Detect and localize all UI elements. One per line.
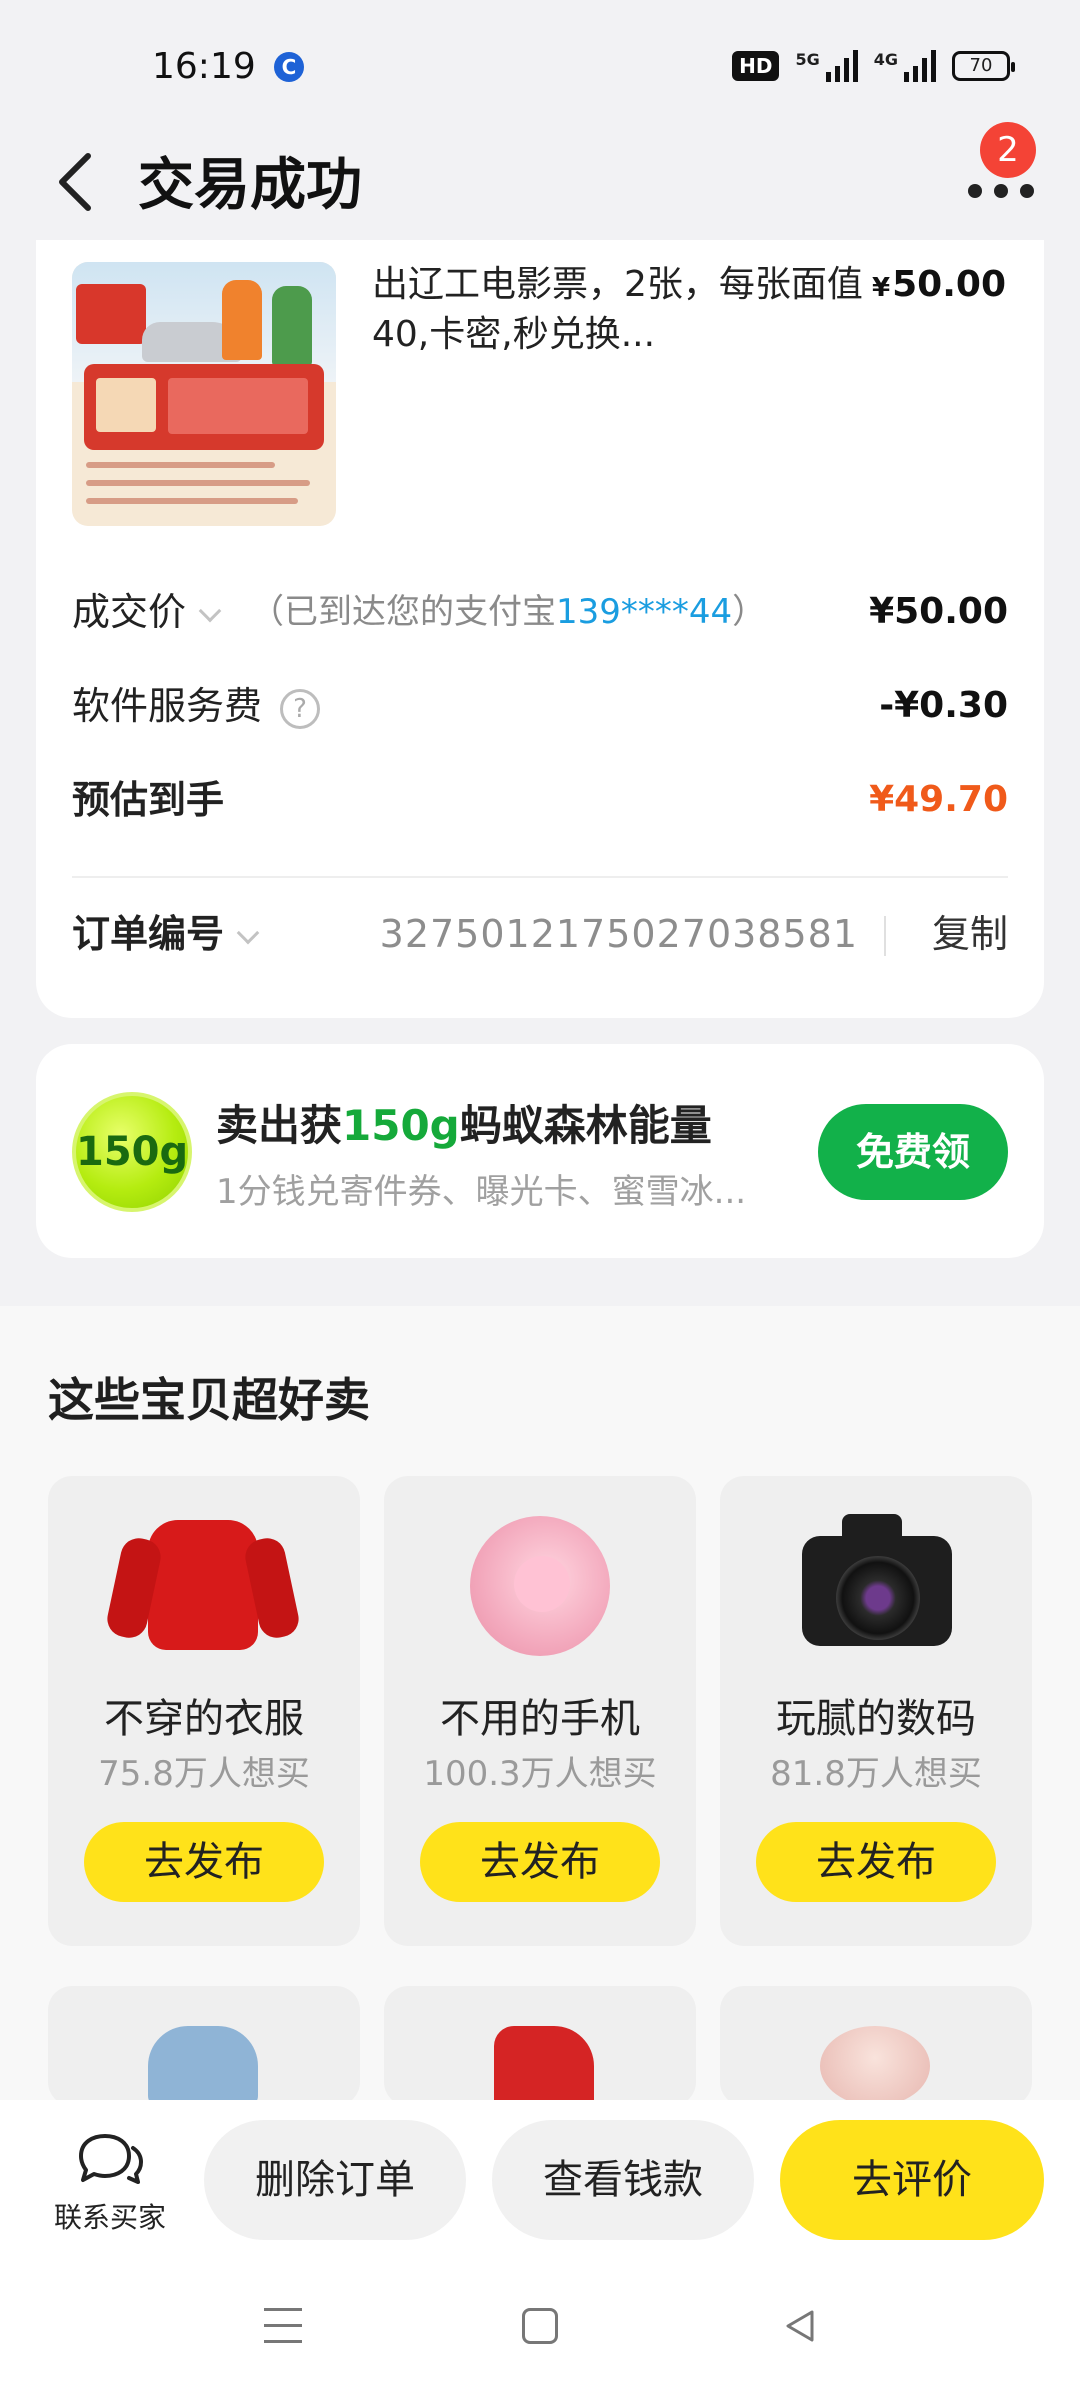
order-number: 3275012175027038581 bbox=[379, 912, 858, 956]
item-thumbnail[interactable] bbox=[72, 262, 336, 526]
order-number-label[interactable]: 订单编号 bbox=[72, 904, 266, 964]
page-title: 交易成功 bbox=[138, 153, 362, 218]
service-fee-label-text: 软件服务费 bbox=[72, 684, 263, 728]
energy-title: 卖出获150g蚂蚁森林能量 bbox=[216, 1092, 712, 1153]
status-bar: 16:19 C HD 5G 4G 70 bbox=[0, 0, 1080, 130]
camera-icon bbox=[802, 1514, 952, 1646]
phone-icon bbox=[470, 1516, 610, 1656]
recommend-want-count: 81.8万人想买 bbox=[770, 1754, 982, 1794]
separator bbox=[884, 916, 886, 956]
recommend-card-vehicle[interactable] bbox=[384, 1986, 696, 2106]
deal-note: （已到达您的支付宝139****44） bbox=[250, 582, 766, 642]
forest-energy-card: 150g 卖出获150g蚂蚁森林能量 1分钱兑寄件券、曝光卡、蜜雪冰... 免费… bbox=[36, 1044, 1044, 1258]
recommend-want-count: 100.3万人想买 bbox=[423, 1754, 657, 1794]
bottom-action-bar: 联系买家 删除订单 查看钱款 去评价 bbox=[0, 2100, 1080, 2260]
chevron-down-icon bbox=[198, 599, 222, 622]
recommend-name: 不用的手机 bbox=[440, 1696, 640, 1742]
deal-note-suffix: ） bbox=[732, 592, 767, 632]
deal-note-prefix: （已到达您的支付宝 bbox=[250, 592, 556, 632]
delete-order-button[interactable]: 删除订单 bbox=[204, 2120, 466, 2240]
estimate-value: ¥49.70 bbox=[869, 779, 1008, 820]
recommend-card-digital[interactable]: 玩腻的数码 81.8万人想买 去发布 bbox=[720, 1476, 1032, 1946]
hd-icon: HD bbox=[732, 51, 780, 81]
more-menu-button[interactable]: 2 bbox=[954, 122, 1044, 220]
signal-5g-label: 5G bbox=[795, 50, 820, 69]
energy-title-suffix: 蚂蚁森林能量 bbox=[459, 1101, 712, 1150]
cosmetics-icon bbox=[820, 2026, 930, 2106]
deal-price-row: 成交价 （已到达您的支付宝139****44） ¥50.00 bbox=[72, 582, 1008, 642]
energy-amount: 150g bbox=[342, 1101, 460, 1150]
chevron-left-icon bbox=[59, 153, 91, 211]
energy-ball-icon: 150g bbox=[72, 1092, 192, 1212]
app-notification-icon: C bbox=[274, 52, 304, 82]
currency-symbol: ¥ bbox=[872, 273, 891, 303]
more-icon bbox=[968, 184, 1034, 198]
sweater-icon bbox=[148, 1520, 258, 1650]
back-triangle-icon[interactable] bbox=[780, 2306, 820, 2346]
back-button[interactable] bbox=[48, 142, 108, 222]
publish-button[interactable]: 去发布 bbox=[756, 1822, 996, 1902]
signal-4g-icon: 4G bbox=[874, 50, 936, 82]
notification-badge: 2 bbox=[980, 122, 1036, 178]
service-fee-value: -¥0.30 bbox=[879, 685, 1008, 726]
deal-price-label-text: 成交价 bbox=[72, 590, 187, 634]
home-icon[interactable] bbox=[522, 2308, 558, 2344]
recommend-card-beauty[interactable] bbox=[720, 1986, 1032, 2106]
signal-4g-label: 4G bbox=[873, 50, 898, 69]
page-header: 交易成功 2 bbox=[0, 122, 1080, 240]
deal-price-label[interactable]: 成交价 bbox=[72, 582, 228, 642]
recommend-card-furniture[interactable] bbox=[48, 1986, 360, 2106]
recommend-name: 玩腻的数码 bbox=[776, 1696, 976, 1742]
recommend-card-clothes[interactable]: 不穿的衣服 75.8万人想买 去发布 bbox=[48, 1476, 360, 1946]
recent-apps-icon[interactable] bbox=[264, 2308, 302, 2344]
recommend-title: 这些宝贝超好卖 bbox=[48, 1373, 370, 1427]
recommend-name: 不穿的衣服 bbox=[104, 1696, 304, 1742]
divider bbox=[72, 876, 1008, 878]
energy-title-prefix: 卖出获 bbox=[216, 1101, 343, 1150]
claim-free-button[interactable]: 免费领 bbox=[818, 1104, 1008, 1200]
alipay-account: 139****44 bbox=[556, 592, 733, 632]
item-price-value: 50.00 bbox=[892, 264, 1006, 305]
item-price: ¥50.00 bbox=[872, 264, 1006, 305]
recommend-card-phone[interactable]: 不用的手机 100.3万人想买 去发布 bbox=[384, 1476, 696, 1946]
publish-button[interactable]: 去发布 bbox=[420, 1822, 660, 1902]
review-button[interactable]: 去评价 bbox=[780, 2120, 1044, 2240]
scooter-icon bbox=[494, 2026, 594, 2106]
signal-5g-icon: 5G bbox=[795, 50, 858, 82]
status-time: 16:19 bbox=[152, 46, 256, 87]
estimate-label: 预估到手 bbox=[72, 778, 225, 822]
chat-icon bbox=[79, 2134, 143, 2184]
order-number-label-text: 订单编号 bbox=[72, 912, 225, 956]
order-card: 出辽工电影票，2张，每张面值40,卡密,秒兑换... ¥50.00 成交价 （已… bbox=[36, 240, 1044, 1018]
contact-buyer-button[interactable]: 联系买家 bbox=[40, 2130, 180, 2240]
item-title[interactable]: 出辽工电影票，2张，每张面值40,卡密,秒兑换... bbox=[372, 260, 872, 360]
recommend-want-count: 75.8万人想买 bbox=[98, 1754, 310, 1794]
service-fee-label: 软件服务费? bbox=[72, 676, 321, 736]
service-fee-row: 软件服务费? -¥0.30 bbox=[72, 676, 1008, 736]
copy-button[interactable]: 复制 bbox=[932, 904, 1008, 964]
chair-icon bbox=[148, 2026, 258, 2106]
chevron-down-icon bbox=[236, 921, 260, 944]
deal-price-value: ¥50.00 bbox=[869, 591, 1008, 632]
view-money-button[interactable]: 查看钱款 bbox=[492, 2120, 754, 2240]
estimate-row: 预估到手 ¥49.70 bbox=[72, 770, 1008, 830]
status-indicators: HD 5G 4G 70 bbox=[732, 50, 1015, 82]
energy-subtitle: 1分钱兑寄件券、曝光卡、蜜雪冰... bbox=[216, 1172, 747, 1212]
battery-icon: 70 bbox=[952, 51, 1015, 81]
help-icon[interactable]: ? bbox=[280, 688, 321, 729]
system-nav-bar bbox=[0, 2260, 1080, 2400]
order-number-row: 订单编号 3275012175027038581 复制 bbox=[72, 904, 1008, 964]
contact-buyer-label: 联系买家 bbox=[53, 2201, 166, 2234]
recommend-section: 这些宝贝超好卖 不穿的衣服 75.8万人想买 去发布 不用的手机 100.3万人… bbox=[0, 1306, 1080, 2106]
publish-button[interactable]: 去发布 bbox=[84, 1822, 324, 1902]
